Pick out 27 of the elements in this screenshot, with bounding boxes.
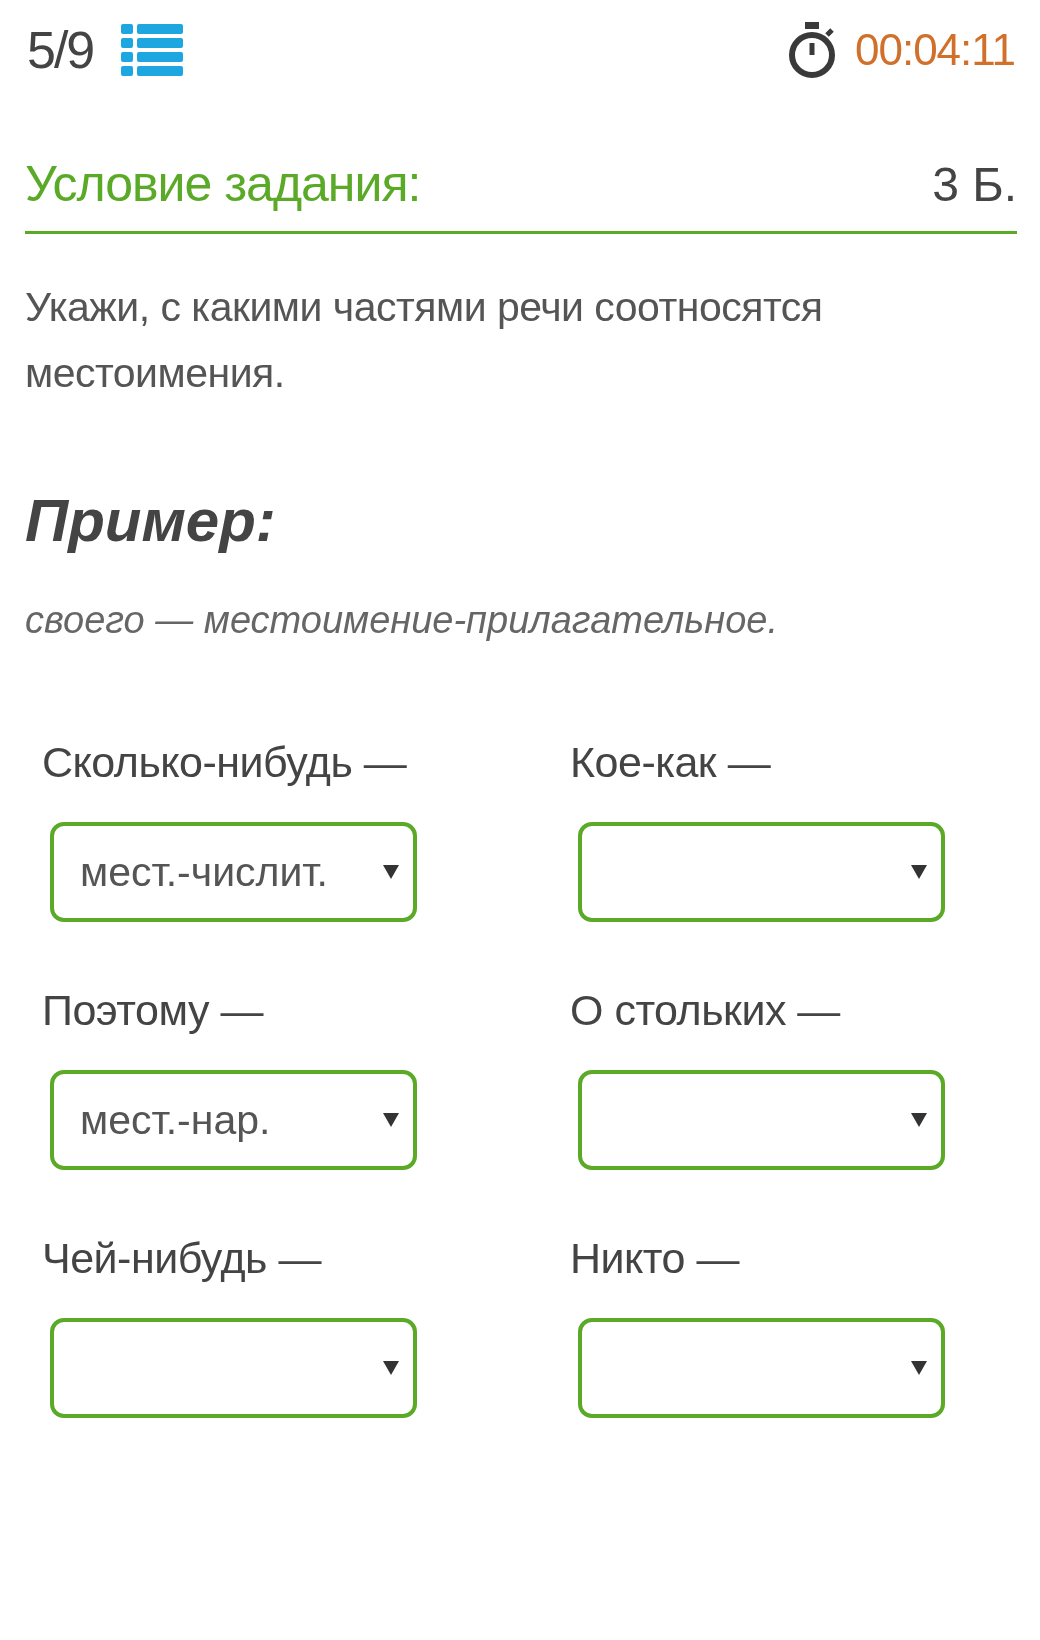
answer-dropdown[interactable]: мест.-числит. xyxy=(50,822,417,922)
caret-icon xyxy=(911,1113,927,1127)
question-word: Сколько-нибудь — xyxy=(42,737,408,788)
example-heading: Пример: xyxy=(25,486,277,555)
caret-icon xyxy=(911,865,927,879)
answer-dropdown[interactable] xyxy=(578,1318,945,1418)
caret-icon xyxy=(383,1361,399,1375)
question-word: Кое-как — xyxy=(570,737,772,788)
answer-dropdown[interactable] xyxy=(50,1318,417,1418)
stopwatch-icon xyxy=(787,21,837,79)
timer: 00:04:11 xyxy=(855,25,1015,75)
question-word: Чей-нибудь — xyxy=(42,1233,323,1284)
question-word: Поэтому — xyxy=(42,985,265,1036)
question-word: Никто — xyxy=(570,1233,741,1284)
points-label: 3 Б. xyxy=(932,156,1017,212)
question-word: О стольких — xyxy=(570,985,842,1036)
example-text: своего — местоимение-прилагательное. xyxy=(25,599,779,642)
task-instruction: Укажи, с какими частями речи соотносятся местоимения. xyxy=(25,283,824,398)
answer-dropdown[interactable] xyxy=(578,1070,945,1170)
progress-counter: 5/9 xyxy=(27,20,94,80)
list-icon[interactable] xyxy=(121,22,184,78)
answer-dropdown[interactable] xyxy=(578,822,945,922)
caret-icon xyxy=(383,865,399,879)
section-title: Условие задания: xyxy=(25,155,421,213)
caret-icon xyxy=(911,1361,927,1375)
answer-dropdown[interactable]: мест.-нар. xyxy=(50,1070,417,1170)
caret-icon xyxy=(383,1113,399,1127)
